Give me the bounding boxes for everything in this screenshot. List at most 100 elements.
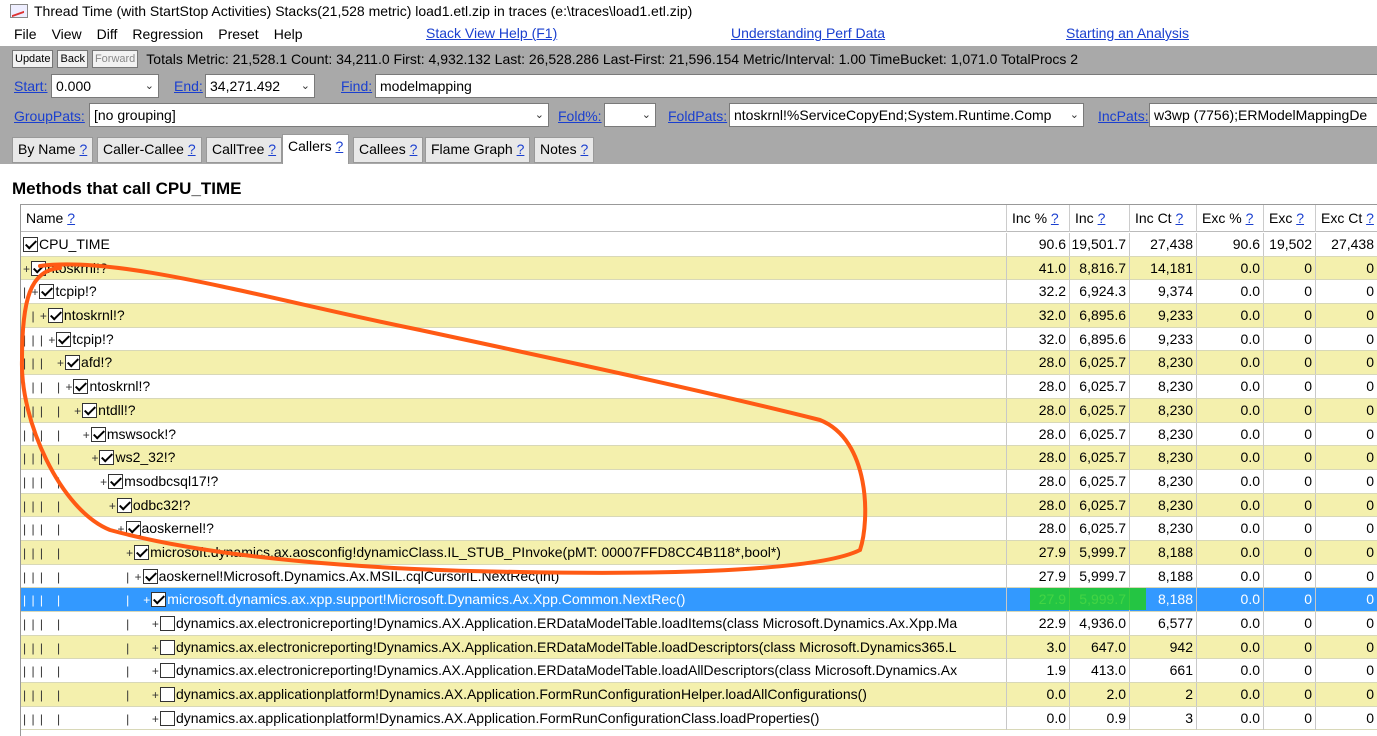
forward-button[interactable]: Forward: [91, 50, 139, 68]
tree-expander[interactable]: +: [23, 262, 31, 276]
column-header-exc[interactable]: Exc ?: [1264, 205, 1316, 232]
row-checkbox[interactable]: [116, 497, 132, 513]
grouppats-label[interactable]: GroupPats:: [14, 108, 85, 124]
table-row[interactable]: | | | | + msodbcsql17!? 28.0 6,025.7 8,230 0.…: [21, 469, 1377, 494]
menu-diff[interactable]: Diff: [89, 26, 125, 42]
name-cell[interactable]: + ntoskrnl!?: [21, 256, 1007, 280]
tree-expander[interactable]: | | | | +: [23, 404, 82, 418]
table-row[interactable]: | | + ntoskrnl!? 32.0 6,895.6 9,233 0.0 0 0: [21, 304, 1377, 328]
table-row[interactable]: | | | | | + dynamics.ax.electronicreporti…: [21, 612, 1377, 636]
name-cell[interactable]: | | | | | + aoskernel!Microsoft.Dynamics.…: [21, 564, 1007, 588]
name-cell[interactable]: | | | | | + dynamics.ax.applicationplatfo…: [21, 706, 1007, 730]
tree-expander[interactable]: | | | +: [23, 333, 56, 347]
tree-expander[interactable]: | +: [23, 285, 39, 299]
tree-expander[interactable]: | | | | +: [23, 499, 117, 513]
fold-percent-label[interactable]: Fold%:: [558, 108, 602, 124]
tree-expander[interactable]: | | | | +: [23, 428, 91, 442]
name-cell[interactable]: | | | | + aoskernel!?: [21, 517, 1007, 541]
tree-expander[interactable]: | | | | | +: [23, 617, 160, 631]
row-checkbox[interactable]: [159, 663, 175, 679]
table-row[interactable]: | | | + tcpip!? 32.0 6,895.6 9,233 0.0 0 0: [21, 327, 1377, 352]
name-cell[interactable]: | | + ntoskrnl!?: [21, 304, 1007, 328]
starting-analysis-link[interactable]: Starting an Analysis: [1066, 25, 1189, 41]
tree-expander[interactable]: | | | | | +: [23, 593, 151, 607]
table-row[interactable]: + ntoskrnl!? 41.0 8,816.7 14,181 0.0 0 0: [21, 256, 1377, 281]
column-header-inc-pct[interactable]: Inc % ?: [1007, 205, 1070, 232]
name-cell[interactable]: | | | | | + dynamics.ax.electronicreporti…: [21, 659, 1007, 683]
table-row[interactable]: | | | | + ntoskrnl!? 28.0 6,025.7 8,230 0.0 0 0: [21, 375, 1377, 399]
end-input[interactable]: 34,271.492 ⌄: [205, 74, 315, 98]
chevron-down-icon[interactable]: ⌄: [301, 79, 310, 92]
menu-view[interactable]: View: [44, 26, 89, 42]
name-cell[interactable]: | + tcpip!?: [21, 280, 1007, 304]
tree-expander[interactable]: | | | | | +: [23, 570, 143, 584]
row-checkbox[interactable]: [159, 616, 175, 631]
foldpats-label[interactable]: FoldPats:: [668, 108, 727, 124]
menu-preset[interactable]: Preset: [210, 26, 265, 42]
column-header-inc[interactable]: Inc ?: [1070, 205, 1130, 232]
chevron-down-icon[interactable]: ⌄: [535, 108, 544, 121]
start-label[interactable]: Start:: [14, 78, 47, 94]
row-checkbox[interactable]: [73, 379, 89, 395]
tree-expander[interactable]: | | | | +: [23, 475, 108, 489]
name-cell[interactable]: | | | | + ntoskrnl!?: [21, 375, 1007, 399]
name-cell[interactable]: | | | | | + dynamics.ax.electronicreporti…: [21, 612, 1007, 635]
chevron-down-icon[interactable]: ⌄: [642, 108, 651, 121]
understanding-perf-data-link[interactable]: Understanding Perf Data: [731, 25, 885, 41]
tab-notes[interactable]: Notes ?: [534, 137, 595, 163]
name-cell[interactable]: | | | | + mswsock!?: [21, 422, 1007, 446]
table-row[interactable]: | | | | + ntdll!? 28.0 6,025.7 8,230 0.0 0 0: [21, 398, 1377, 423]
name-cell[interactable]: | | | | | + dynamics.ax.applicationplatfo…: [21, 683, 1007, 707]
name-cell[interactable]: | | | + tcpip!?: [21, 327, 1007, 351]
tree-expander[interactable]: | | | | +: [23, 546, 134, 560]
back-button[interactable]: Back: [57, 50, 88, 68]
table-row[interactable]: | | | | + mswsock!? 28.0 6,025.7 8,230 0.0 0 0: [21, 422, 1377, 447]
name-cell[interactable]: | | | + afd!?: [21, 351, 1007, 375]
foldpats-input[interactable]: ntoskrnl!%ServiceCopyEnd;System.Runtime.…: [729, 103, 1084, 127]
row-checkbox[interactable]: [99, 450, 115, 466]
column-header-exc-pct[interactable]: Exc % ?: [1197, 205, 1264, 232]
row-checkbox[interactable]: [159, 639, 175, 655]
row-checkbox[interactable]: [31, 260, 47, 276]
start-input[interactable]: 0.000 ⌄: [51, 74, 159, 98]
menu-file[interactable]: File: [6, 26, 44, 42]
row-checkbox[interactable]: [56, 331, 72, 347]
tab-flame-graph[interactable]: Flame Graph ?: [425, 137, 531, 163]
column-header-name[interactable]: Name ?: [21, 205, 1007, 232]
row-checkbox[interactable]: [125, 521, 141, 537]
row-checkbox[interactable]: [142, 568, 158, 584]
callers-grid[interactable]: Name ? Inc % ? Inc ? Inc Ct ? Exc % ? Ex…: [20, 204, 1377, 736]
table-row[interactable]: | | | | | + dynamics.ax.electronicreporti…: [21, 659, 1377, 684]
menu-help[interactable]: Help: [266, 26, 310, 42]
incpats-input[interactable]: w3wp (7756);ERModelMappingDe: [1149, 103, 1377, 127]
name-cell[interactable]: | | | | + odbc32!?: [21, 493, 1007, 517]
table-row[interactable]: | | | | | + dynamics.ax.applicationplatfo…: [21, 683, 1377, 707]
tree-expander[interactable]: | | | | +: [23, 380, 73, 394]
tab-callees[interactable]: Callees ?: [353, 137, 424, 163]
row-checkbox[interactable]: [159, 687, 175, 703]
tree-expander[interactable]: | | | | +: [23, 451, 99, 465]
tree-expander[interactable]: | | | +: [23, 356, 65, 370]
update-button[interactable]: Update: [12, 50, 54, 68]
grouppats-input[interactable]: [no grouping] ⌄: [89, 103, 549, 127]
column-header-exc-ct[interactable]: Exc Ct ?: [1316, 205, 1377, 232]
row-checkbox[interactable]: [90, 426, 106, 442]
chevron-down-icon[interactable]: ⌄: [145, 79, 154, 92]
name-cell[interactable]: CPU_TIME: [21, 233, 1007, 256]
chevron-down-icon[interactable]: ⌄: [1070, 108, 1079, 121]
tree-expander[interactable]: | | | | | +: [23, 641, 160, 655]
name-cell[interactable]: | | | | | + microsoft.dynamics.ax.xpp.sup…: [21, 588, 1007, 612]
table-row[interactable]: | + tcpip!? 32.2 6,924.3 9,374 0.0 0 0: [21, 280, 1377, 305]
name-cell[interactable]: | | | | | + dynamics.ax.electronicreporti…: [21, 635, 1007, 659]
row-checkbox[interactable]: [108, 473, 124, 489]
row-checkbox[interactable]: [151, 592, 167, 608]
column-header-inc-ct[interactable]: Inc Ct ?: [1130, 205, 1197, 232]
tree-expander[interactable]: | | | | | +: [23, 664, 160, 678]
tab-callers[interactable]: Callers ?: [282, 134, 350, 164]
tree-expander[interactable]: | | | | | +: [23, 688, 160, 702]
menu-regression[interactable]: Regression: [124, 26, 210, 42]
tree-expander[interactable]: | | | | | +: [23, 712, 160, 726]
incpats-label[interactable]: IncPats:: [1098, 108, 1149, 124]
name-cell[interactable]: | | | | + msodbcsql17!?: [21, 469, 1007, 493]
table-row[interactable]: | | | | | + dynamics.ax.electronicreporti…: [21, 635, 1377, 660]
